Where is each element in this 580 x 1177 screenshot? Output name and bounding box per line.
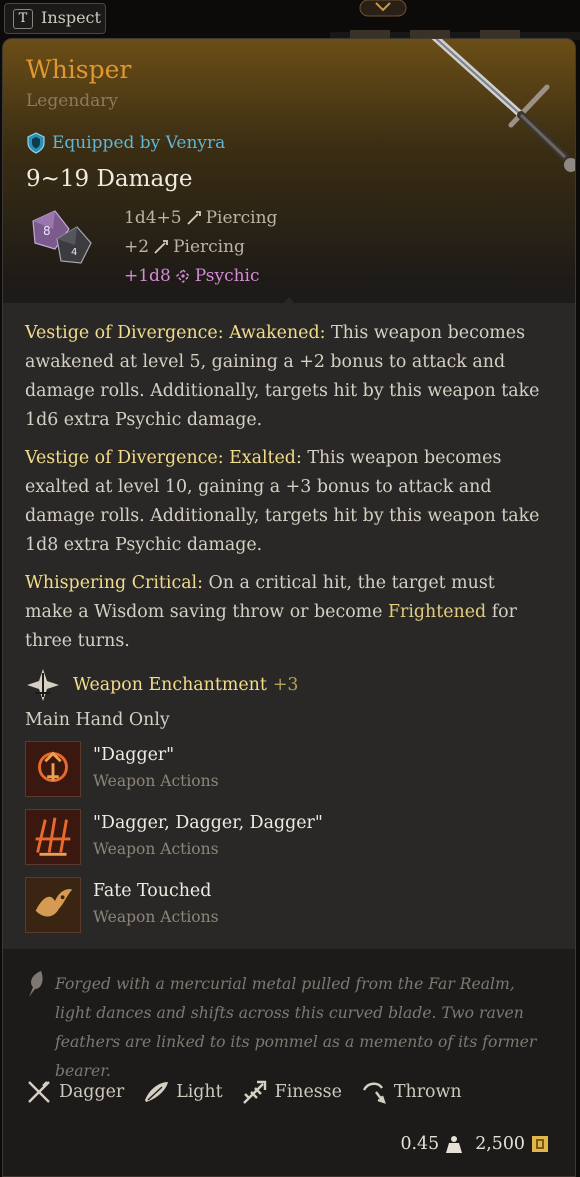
damage-row-1: 1d4+5 Piercing <box>124 206 277 230</box>
dagger-action-icon <box>25 741 81 797</box>
dagger-icon <box>28 1081 50 1103</box>
damage-row-3-type: Psychic <box>194 266 260 286</box>
quill-icon <box>29 971 43 997</box>
action-fate-touched-name: Fate Touched <box>93 881 212 901</box>
item-weight: 0.45 <box>400 1134 440 1154</box>
property-thrown-label: Thrown <box>393 1082 462 1102</box>
inspect-tab[interactable]: T Inspect <box>4 3 106 34</box>
action-triple-dagger-name: "Dagger, Dagger, Dagger" <box>93 813 323 833</box>
equipped-by-text: Equipped by Venyra <box>52 133 226 153</box>
piercing-icon <box>154 240 168 254</box>
feather-icon <box>145 1082 169 1102</box>
item-tooltip-panel: Whisper Legendary Equipped by Venyra 9~1… <box>2 38 576 1177</box>
inspect-label: Inspect <box>41 8 101 27</box>
weapon-enchantment-row: Weapon Enchantment +3 <box>25 667 298 703</box>
equipped-by-row: Equipped by Venyra <box>26 131 225 155</box>
item-value: 2,500 <box>475 1134 525 1154</box>
damage-row-3-amount: +1d8 <box>124 266 171 286</box>
gold-coin-icon <box>532 1136 548 1152</box>
action-dagger[interactable]: "Dagger" Weapon Actions <box>25 741 545 797</box>
action-fate-touched[interactable]: Fate Touched Weapon Actions <box>25 877 545 933</box>
damage-row-1-amount: 1d4+5 <box>124 208 182 228</box>
flavor-section: Forged with a mercurial metal pulled fro… <box>3 949 575 1176</box>
dagger-artwork <box>431 39 575 172</box>
damage-total: 9~19 Damage <box>26 166 193 192</box>
item-name: Whisper <box>26 55 132 84</box>
property-thrown[interactable]: Thrown <box>360 1078 462 1106</box>
passive-critical-name: Whispering Critical: <box>25 573 203 593</box>
damage-row-3: +1d8 Psychic <box>124 264 260 288</box>
action-dagger-type: Weapon Actions <box>93 772 219 790</box>
passive-exalted: Vestige of Divergence: Exalted: This wea… <box>25 444 545 560</box>
description-section: Vestige of Divergence: Awakened: This we… <box>3 303 575 949</box>
piercing-icon <box>186 211 201 225</box>
finesse-icon <box>242 1080 266 1104</box>
damage-row-2-type: Piercing <box>173 237 245 257</box>
item-footer: 0.45 2,500 <box>400 1131 549 1157</box>
item-rarity: Legendary <box>26 91 118 111</box>
enchantment-icon <box>27 669 59 701</box>
inspect-key-hint: T <box>13 9 33 29</box>
action-dagger-name: "Dagger" <box>93 745 175 765</box>
main-hand-only-label: Main Hand Only <box>25 710 170 730</box>
damage-row-2-amount: +2 <box>124 237 150 257</box>
damage-row-2: +2 Piercing <box>124 235 245 259</box>
passive-awakened: Vestige of Divergence: Awakened: This we… <box>25 319 545 435</box>
frightened-keyword[interactable]: Frightened <box>388 602 486 622</box>
property-light[interactable]: Light <box>142 1078 223 1106</box>
psychic-icon <box>175 268 190 284</box>
svg-text:8: 8 <box>43 224 51 238</box>
top-toolbar-decoration <box>330 0 580 40</box>
flavor-text: Forged with a mercurial metal pulled fro… <box>55 975 537 1080</box>
action-fate-touched-type: Weapon Actions <box>93 908 219 926</box>
enchantment-bonus: +3 <box>272 675 299 695</box>
passive-whispering-critical: Whispering Critical: On a critical hit, … <box>25 569 545 656</box>
property-finesse-label: Finesse <box>274 1082 342 1102</box>
weapon-properties: Dagger Light Finesse Thrown <box>25 1075 480 1109</box>
action-dagger-dagger-dagger[interactable]: "Dagger, Dagger, Dagger" Weapon Actions <box>25 809 545 865</box>
damage-row-1-type: Piercing <box>205 208 278 228</box>
thrown-icon <box>362 1082 386 1104</box>
property-finesse[interactable]: Finesse <box>241 1078 342 1106</box>
action-triple-dagger-type: Weapon Actions <box>93 840 219 858</box>
weight-icon <box>446 1136 463 1153</box>
enchantment-label: Weapon Enchantment <box>73 675 267 695</box>
equipped-shield-icon <box>27 132 45 154</box>
raven-fate-icon <box>25 877 81 933</box>
property-dagger[interactable]: Dagger <box>25 1078 124 1106</box>
property-dagger-label: Dagger <box>59 1082 125 1102</box>
triple-dagger-action-icon <box>25 809 81 865</box>
dice-icon: 8 4 <box>32 210 92 264</box>
passive-exalted-name: Vestige of Divergence: Exalted: <box>25 448 302 468</box>
passive-awakened-name: Vestige of Divergence: Awakened: <box>25 323 326 343</box>
svg-text:4: 4 <box>71 247 77 258</box>
property-light-label: Light <box>176 1082 223 1102</box>
